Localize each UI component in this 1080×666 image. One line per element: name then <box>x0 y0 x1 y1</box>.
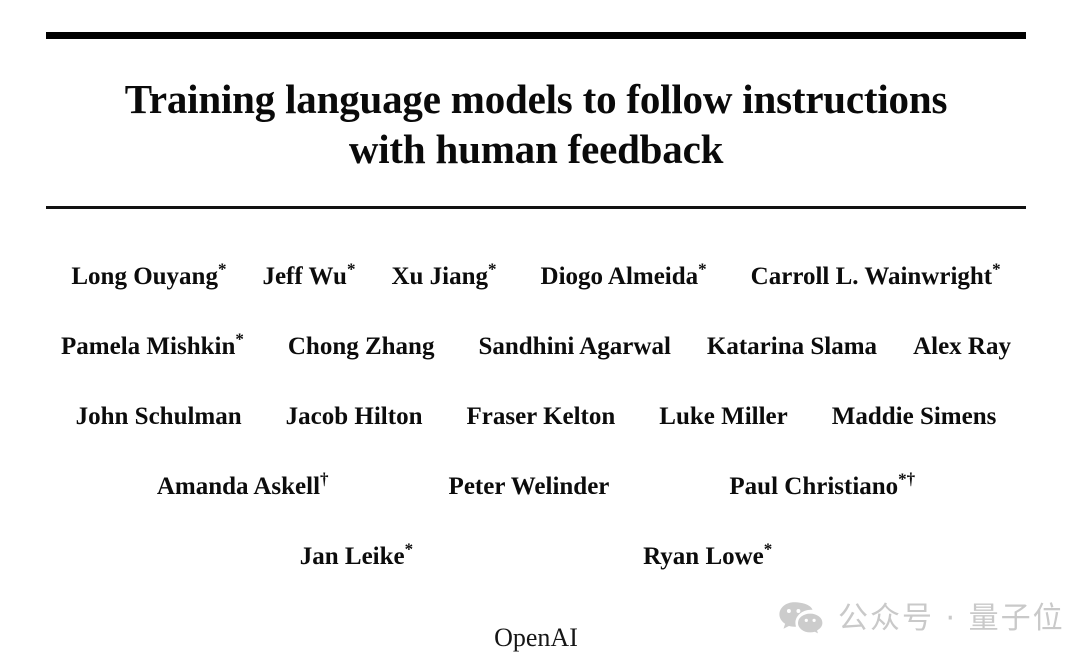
author-mark: * <box>698 259 707 279</box>
author-label: Jeff Wu <box>262 263 347 290</box>
author-mark: * <box>488 259 497 279</box>
author-label: Peter Welinder <box>448 473 610 500</box>
author-label: John Schulman <box>75 403 242 430</box>
author-name: John Schulman <box>76 402 242 432</box>
author-name: Maddie Simens <box>832 402 997 432</box>
author-label: Paul Christiano <box>729 473 899 500</box>
author-row: John Schulman Jacob Hilton Fraser Kelton… <box>46 402 1026 472</box>
author-label: Xu Jiang <box>391 263 489 290</box>
paper-title-page: Training language models to follow instr… <box>0 0 1080 666</box>
title-line-1: Training language models to follow instr… <box>124 76 948 122</box>
author-name: Ryan Lowe* <box>643 539 773 572</box>
author-name: Katarina Slama <box>707 332 877 362</box>
author-mark: * <box>346 259 356 279</box>
author-name: Luke Miller <box>659 402 787 432</box>
author-list: Long Ouyang* Jeff Wu* Xu Jiang* Diogo Al… <box>46 259 1026 612</box>
page-title: Training language models to follow instr… <box>46 74 1026 174</box>
author-row: Amanda Askell† Peter Welinder Paul Chris… <box>46 469 1026 542</box>
watermark-text: 公众号 · 量子位 <box>838 601 1065 636</box>
watermark: 公众号 · 量子位 <box>778 600 1065 638</box>
title-rule-thin <box>46 206 1026 209</box>
author-name: Sandhini Agarwal <box>478 332 670 362</box>
author-mark: * <box>404 539 414 559</box>
top-rule-thick <box>46 32 1026 39</box>
author-name: Amanda Askell† <box>156 469 329 502</box>
author-name: Long Ouyang* <box>71 259 227 292</box>
author-mark: † <box>320 469 329 489</box>
author-name: Jeff Wu* <box>262 259 356 292</box>
author-mark: * <box>235 329 244 349</box>
author-label: Alex Ray <box>913 333 1011 360</box>
author-name: Jacob Hilton <box>286 402 423 432</box>
author-name: Paul Christiano*† <box>729 469 916 502</box>
title-line-2: with human feedback <box>348 126 724 172</box>
author-mark: * <box>217 259 227 279</box>
author-label: Long Ouyang <box>71 263 218 290</box>
author-label: Fraser Kelton <box>466 403 616 430</box>
author-label: Diogo Almeida <box>540 263 699 290</box>
author-label: Carroll L. Wainwright <box>750 263 993 290</box>
author-label: Katarina Slama <box>706 333 878 360</box>
author-label: Sandhini Agarwal <box>478 333 671 360</box>
author-name: Peter Welinder <box>449 472 610 502</box>
author-name: Jan Leike* <box>299 539 414 572</box>
author-name: Diogo Almeida* <box>540 259 707 292</box>
author-name: Pamela Mishkin* <box>61 329 244 362</box>
author-mark: * <box>763 539 773 559</box>
author-label: Amanda Askell <box>156 473 321 500</box>
author-mark: *† <box>898 469 916 489</box>
author-label: Jan Leike <box>299 543 405 570</box>
author-label: Ryan Lowe <box>643 543 764 570</box>
author-name: Carroll L. Wainwright* <box>750 259 1001 292</box>
author-label: Chong Zhang <box>287 333 435 360</box>
author-label: Jacob Hilton <box>285 403 423 430</box>
author-name: Chong Zhang <box>288 332 435 362</box>
wechat-icon <box>778 600 824 638</box>
author-row: Long Ouyang* Jeff Wu* Xu Jiang* Diogo Al… <box>46 259 1026 332</box>
author-label: Luke Miller <box>659 403 788 430</box>
author-name: Fraser Kelton <box>466 402 615 432</box>
author-mark: * <box>992 259 1001 279</box>
author-name: Xu Jiang* <box>391 259 497 292</box>
author-row: Pamela Mishkin* Chong Zhang Sandhini Aga… <box>46 329 1026 402</box>
author-label: Maddie Simens <box>831 403 997 430</box>
author-label: Pamela Mishkin <box>61 333 236 360</box>
author-name: Alex Ray <box>913 332 1011 362</box>
